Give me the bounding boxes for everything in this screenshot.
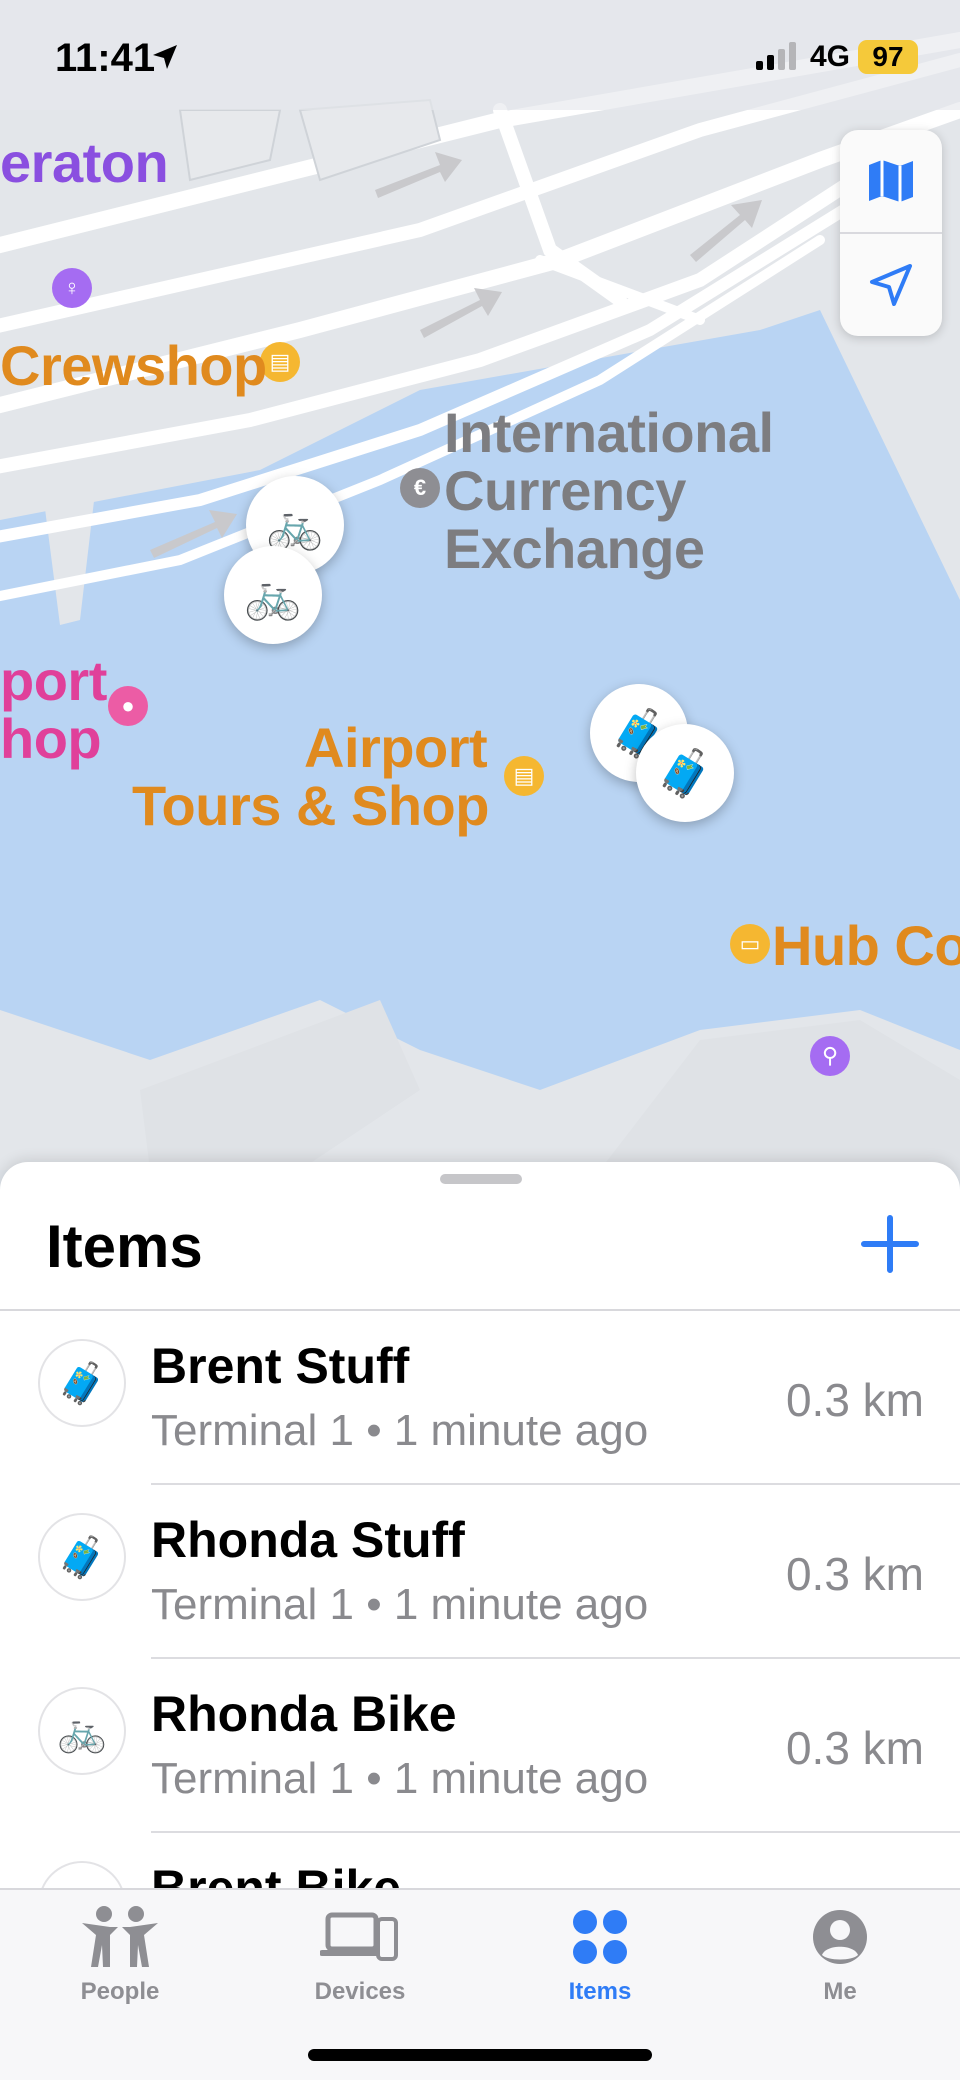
item-row-brent-stuff[interactable]: 🧳 Brent Stuff Terminal 1 • 1 minute ago … bbox=[0, 1311, 960, 1485]
tab-people[interactable]: People bbox=[0, 1890, 240, 2020]
luggage-pin-2[interactable]: 🧳 bbox=[636, 724, 734, 822]
item-name: Rhonda Stuff bbox=[151, 1512, 465, 1568]
item-distance: 0.3 km bbox=[785, 1722, 924, 1774]
map-label-airport-1: Airport bbox=[304, 716, 488, 779]
map-label-port-1: port bbox=[0, 649, 107, 712]
item-location-time: Terminal 1 • 1 minute ago bbox=[151, 1580, 649, 1629]
hub-poi-icon[interactable]: ▭ bbox=[730, 924, 770, 964]
bike-icon: 🚲 bbox=[38, 1687, 126, 1775]
map-label-port-2: hop bbox=[0, 707, 102, 770]
airport-shop-poi-icon[interactable]: ▤ bbox=[504, 756, 544, 796]
luggage-icon: 🧳 bbox=[38, 1513, 126, 1601]
current-location-button[interactable] bbox=[840, 234, 942, 336]
tab-label: People bbox=[80, 1978, 160, 2005]
signal-icon bbox=[756, 42, 796, 70]
item-distance: 0.3 km bbox=[785, 1548, 924, 1600]
map-icon bbox=[869, 160, 913, 202]
tab-label: Items bbox=[568, 1978, 632, 2005]
map-controls bbox=[840, 130, 942, 336]
map-label-hotel: eraton bbox=[0, 131, 169, 194]
status-bar: 11:41 4G 97 bbox=[0, 0, 960, 110]
item-row-rhonda-bike[interactable]: 🚲 Rhonda Bike Terminal 1 • 1 minute ago … bbox=[0, 1659, 960, 1833]
tab-devices[interactable]: Devices bbox=[240, 1890, 480, 2020]
item-location-time: Terminal 1 • 1 minute ago bbox=[151, 1406, 649, 1455]
currency-poi-icon[interactable]: € bbox=[400, 468, 440, 508]
sheet-title: Items bbox=[46, 1213, 203, 1280]
add-item-button[interactable] bbox=[858, 1212, 922, 1276]
location-arrow-icon bbox=[870, 264, 912, 306]
map-mode-button[interactable] bbox=[840, 130, 942, 232]
tab-items[interactable]: Items bbox=[480, 1890, 720, 2020]
map-label-currency-1: International bbox=[444, 401, 774, 464]
location-arrow-icon bbox=[153, 45, 177, 69]
luggage-icon: 🧳 bbox=[38, 1339, 126, 1427]
item-location-time: Terminal 1 • 1 minute ago bbox=[151, 1754, 649, 1803]
map-label-airport-2: Tours & Shop bbox=[132, 774, 489, 837]
items-icon bbox=[560, 1902, 640, 1972]
devices-icon bbox=[320, 1902, 400, 1972]
tab-me[interactable]: Me bbox=[720, 1890, 960, 2020]
map-label-crewshop: Crewshop bbox=[0, 334, 267, 397]
items-sheet[interactable]: Items 🧳 Brent Stuff Terminal 1 • 1 minut… bbox=[0, 1162, 960, 1912]
bike-pin-2[interactable]: 🚲 bbox=[224, 546, 322, 644]
battery-level: 97 bbox=[858, 40, 918, 74]
people-icon bbox=[80, 1902, 160, 1972]
restroom-poi-icon-2[interactable]: ⚲ bbox=[810, 1036, 850, 1076]
item-name: Rhonda Bike bbox=[151, 1686, 457, 1742]
map-label-currency-2: Currency bbox=[444, 459, 686, 522]
item-name: Brent Stuff bbox=[151, 1338, 410, 1394]
item-row-rhonda-stuff[interactable]: 🧳 Rhonda Stuff Terminal 1 • 1 minute ago… bbox=[0, 1485, 960, 1659]
home-indicator[interactable] bbox=[308, 2049, 652, 2061]
status-time: 11:41 bbox=[55, 36, 156, 80]
tab-label: Devices bbox=[314, 1978, 406, 2005]
tab-label: Me bbox=[823, 1978, 857, 2005]
item-distance: 0.3 km bbox=[785, 1374, 924, 1426]
network-type: 4G bbox=[810, 40, 851, 73]
sheet-grabber[interactable] bbox=[440, 1174, 522, 1184]
map-label-hub: Hub Co bbox=[772, 914, 960, 977]
map-view[interactable]: ♀ ▤ € ● ▤ ▭ ⚲ eraton Crewshop Internatio… bbox=[0, 0, 960, 1170]
me-icon bbox=[800, 1902, 880, 1972]
restroom-poi-icon[interactable]: ♀ bbox=[52, 268, 92, 308]
map-label-currency-3: Exchange bbox=[444, 517, 705, 580]
port-shop-poi-icon[interactable]: ● bbox=[108, 686, 148, 726]
